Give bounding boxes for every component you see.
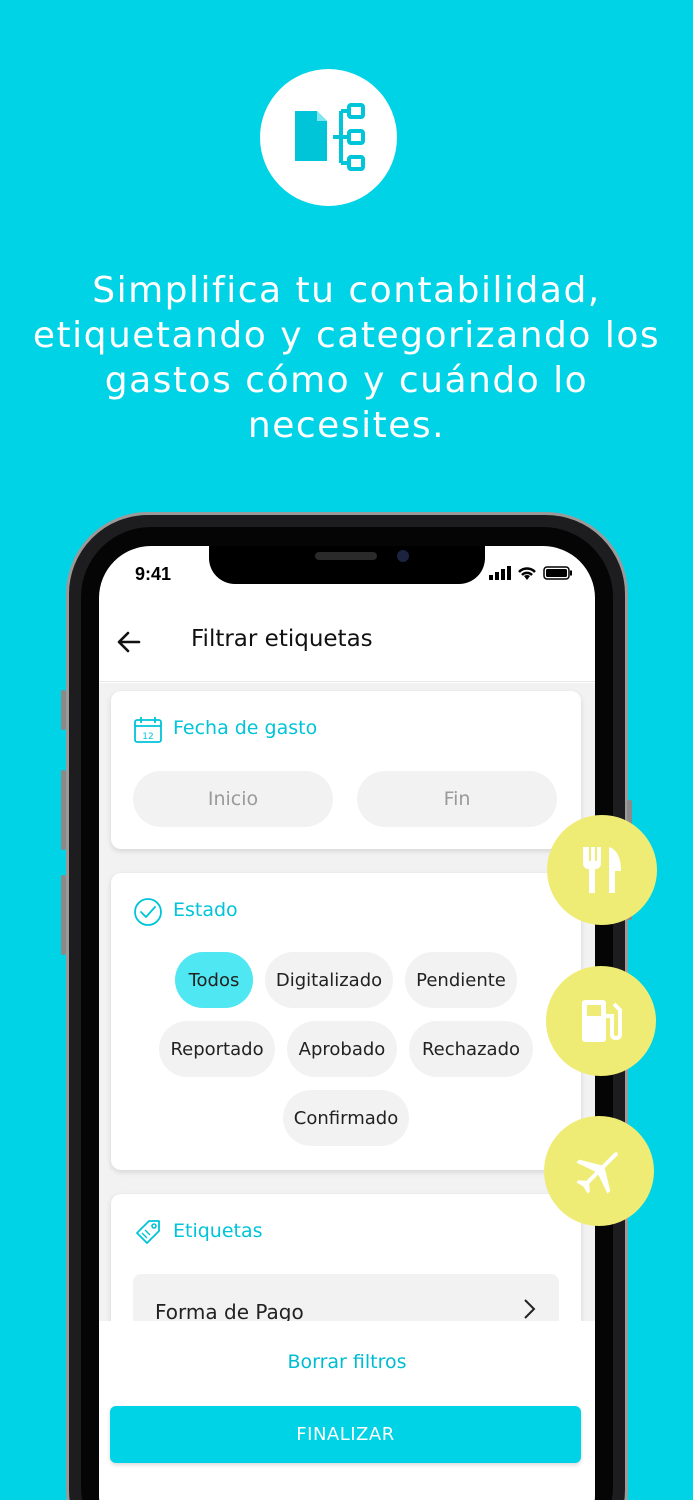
svg-text:12: 12	[142, 732, 153, 742]
page-title: Filtrar etiquetas	[191, 626, 373, 652]
chip-aprobado[interactable]: Aprobado	[287, 1021, 397, 1077]
chip-todos[interactable]: Todos	[175, 952, 253, 1008]
status-section-title: Estado	[173, 899, 238, 921]
status-card: Estado Todos Digitalizado Pendiente Repo…	[111, 873, 581, 1170]
end-date-field[interactable]: Fin	[357, 771, 557, 827]
fuel-icon	[582, 1000, 622, 1042]
chevron-right-icon	[524, 1299, 536, 1319]
start-date-field[interactable]: Inicio	[133, 771, 333, 827]
date-section-title: Fecha de gasto	[173, 717, 318, 739]
finish-button[interactable]: FINALIZAR	[110, 1406, 581, 1463]
wifi-icon	[518, 567, 536, 580]
calendar-icon: 12	[134, 717, 162, 743]
phone-screen: 9:41 Filtrar etiquetas 12 Fecha de gasto…	[99, 546, 595, 1500]
battery-icon	[543, 566, 572, 580]
airplane-icon	[576, 1152, 618, 1194]
app-header: Filtrar etiquetas	[99, 606, 595, 682]
chip-digitalizado[interactable]: Digitalizado	[265, 952, 393, 1008]
chip-confirmado[interactable]: Confirmado	[283, 1090, 409, 1146]
restaurant-icon	[583, 847, 621, 893]
status-icons	[489, 566, 573, 580]
headline: Simplifica tu contabilidad, etiquetando …	[32, 270, 661, 446]
chip-rechazado[interactable]: Rechazado	[409, 1021, 533, 1077]
clear-filters-link[interactable]: Borrar filtros	[99, 1351, 595, 1373]
signal-icon	[489, 566, 511, 580]
check-circle-icon	[134, 898, 162, 926]
restaurant-badge	[547, 815, 657, 925]
filter-content: 12 Fecha de gasto Inicio Fin Estado Todo…	[99, 683, 595, 1374]
date-card: 12 Fecha de gasto Inicio Fin	[111, 691, 581, 849]
chip-pendiente[interactable]: Pendiente	[405, 952, 517, 1008]
tag-icon	[136, 1220, 160, 1244]
bottom-panel: Borrar filtros FINALIZAR	[99, 1321, 595, 1500]
chip-reportado[interactable]: Reportado	[159, 1021, 275, 1077]
hero-icon-circle	[260, 69, 397, 206]
document-hierarchy-icon	[294, 102, 365, 171]
fuel-badge	[546, 966, 656, 1076]
status-time: 9:41	[135, 564, 172, 584]
tags-section-title: Etiquetas	[173, 1220, 263, 1242]
airplane-badge	[544, 1116, 654, 1226]
notch	[209, 546, 485, 584]
arrow-left-icon[interactable]	[115, 628, 143, 656]
